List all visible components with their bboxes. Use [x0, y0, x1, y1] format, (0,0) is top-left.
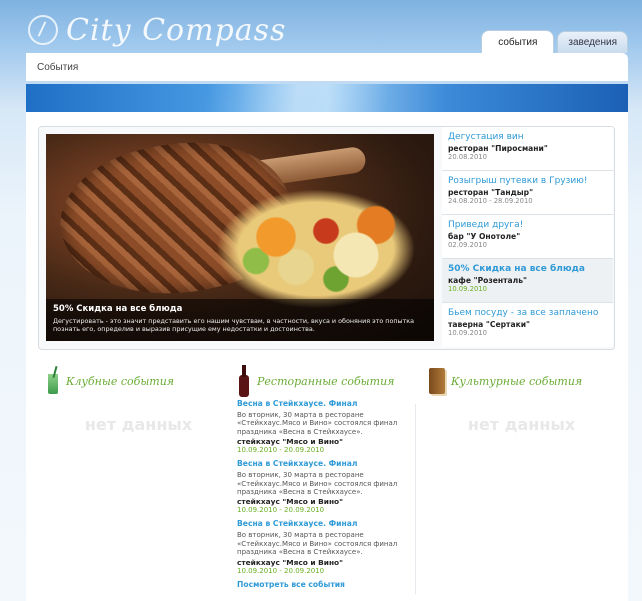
- news-place: стейкхаус "Мясо и Вино": [237, 497, 343, 507]
- featured-caption: 50% Скидка на все блюда Дегустировать - …: [46, 299, 434, 341]
- tab-venues[interactable]: заведения: [557, 31, 628, 53]
- news-title-link[interactable]: Весна в Стейкхаусе. Финал: [237, 459, 417, 468]
- event-place: ресторан "Тандыр": [448, 188, 534, 197]
- wine-bottle-icon: [237, 365, 251, 397]
- slider-event-item[interactable]: Розыгрыш путевки в Грузию! ресторан "Тан…: [442, 171, 613, 215]
- event-title[interactable]: Приведи друга!: [448, 220, 607, 230]
- tab-events[interactable]: события: [481, 30, 555, 53]
- slider-event-item-active[interactable]: 50% Скидка на все блюда кафе "Розенталь"…: [442, 259, 613, 303]
- restaurant-events-column: Ресторанные события Весна в Стейкхаусе. …: [237, 364, 422, 594]
- breadcrumb-current: События: [37, 61, 79, 73]
- news-text: Во вторник, 30 марта в ресторане «Стейкх…: [237, 531, 398, 557]
- list-item: Весна в Стейкхаусе. Финал Во вторник, 30…: [237, 519, 417, 574]
- book-icon: [429, 368, 445, 394]
- news-date: 10.09.2010 - 20.09.2010: [237, 566, 325, 575]
- news-title-link[interactable]: Весна в Стейкхаусе. Финал: [237, 399, 417, 408]
- compass-logo-icon: [28, 15, 58, 45]
- restaurant-news-list: Весна в Стейкхаусе. Финал Во вторник, 30…: [237, 399, 417, 589]
- event-title[interactable]: Розыгрыш путевки в Грузию!: [448, 176, 607, 186]
- culture-events-column: Культурные события нет данных: [429, 364, 614, 434]
- restaurant-events-header: Ресторанные события: [237, 364, 422, 398]
- featured-title: 50% Скидка на все блюда: [53, 304, 183, 314]
- club-events-column: Клубные события нет данных: [46, 364, 231, 434]
- culture-no-data: нет данных: [467, 415, 576, 434]
- news-text: Во вторник, 30 марта в ресторане «Стейкх…: [237, 411, 398, 436]
- news-title-link[interactable]: Весна в Стейкхаусе. Финал: [237, 519, 417, 528]
- main-content: 50% Скидка на все блюда Дегустировать - …: [26, 112, 628, 601]
- event-place: ресторан "Пиросмани": [448, 144, 548, 153]
- event-date: 20.08.2010: [448, 153, 487, 161]
- all-events-link[interactable]: Посмотреть все события: [237, 580, 417, 589]
- column-divider: [415, 404, 416, 594]
- event-title[interactable]: Бьем посуду - за все заплачено: [448, 308, 607, 318]
- news-text: Во вторник, 30 марта в ресторане «Стейкх…: [237, 471, 398, 497]
- slider-event-list: Дегустация вин ресторан "Пиросмани" 20.0…: [442, 127, 613, 349]
- news-place: стейкхаус "Мясо и Вино": [237, 437, 343, 447]
- news-date: 10.09.2010 - 20.09.2010: [237, 506, 325, 515]
- event-title[interactable]: Дегустация вин: [448, 132, 607, 142]
- event-date: 24.08.2010 - 28.09.2010: [448, 197, 533, 205]
- cocktail-glass-icon: [46, 366, 60, 396]
- club-no-data: нет данных: [84, 415, 193, 434]
- news-place: стейкхаус "Мясо и Вино": [237, 557, 343, 567]
- slider-event-item[interactable]: Приведи друга! бар "У Онотоле" 02.09.201…: [442, 215, 613, 259]
- list-item: Весна в Стейкхаусе. Финал Во вторник, 30…: [237, 399, 417, 454]
- breadcrumb: События: [26, 53, 628, 81]
- restaurant-events-title: Ресторанные события: [257, 374, 395, 388]
- culture-events-header: Культурные события: [429, 364, 614, 398]
- event-date: 10.09.2010: [448, 329, 487, 337]
- culture-events-title: Культурные события: [451, 374, 583, 388]
- event-date: 02.09.2010: [448, 241, 487, 249]
- main-tabs: события заведения: [481, 30, 628, 53]
- events-slider: 50% Скидка на все блюда Дегустировать - …: [38, 126, 615, 350]
- list-item: Весна в Стейкхаусе. Финал Во вторник, 30…: [237, 459, 417, 514]
- club-events-title: Клубные события: [66, 374, 175, 388]
- banner-strip: [26, 84, 628, 112]
- event-place: кафе "Розенталь": [448, 276, 528, 285]
- slider-event-item[interactable]: Бьем посуду - за все заплачено таверна "…: [442, 303, 613, 347]
- news-date: 10.09.2010 - 20.09.2010: [237, 446, 325, 455]
- featured-text: Дегустировать - это значит представить е…: [53, 317, 415, 333]
- event-place: таверна "Сертаки": [448, 320, 531, 329]
- logo-text: City Compass: [66, 12, 287, 48]
- event-title[interactable]: 50% Скидка на все блюда: [448, 264, 607, 274]
- logo[interactable]: City Compass: [28, 10, 286, 50]
- event-date: 10.09.2010: [448, 285, 487, 293]
- event-place: бар "У Онотоле": [448, 232, 521, 241]
- featured-photo[interactable]: 50% Скидка на все блюда Дегустировать - …: [46, 134, 434, 341]
- slider-event-item[interactable]: Дегустация вин ресторан "Пиросмани" 20.0…: [442, 127, 613, 171]
- club-events-header: Клубные события: [46, 364, 231, 398]
- vegetables-image: [216, 189, 416, 309]
